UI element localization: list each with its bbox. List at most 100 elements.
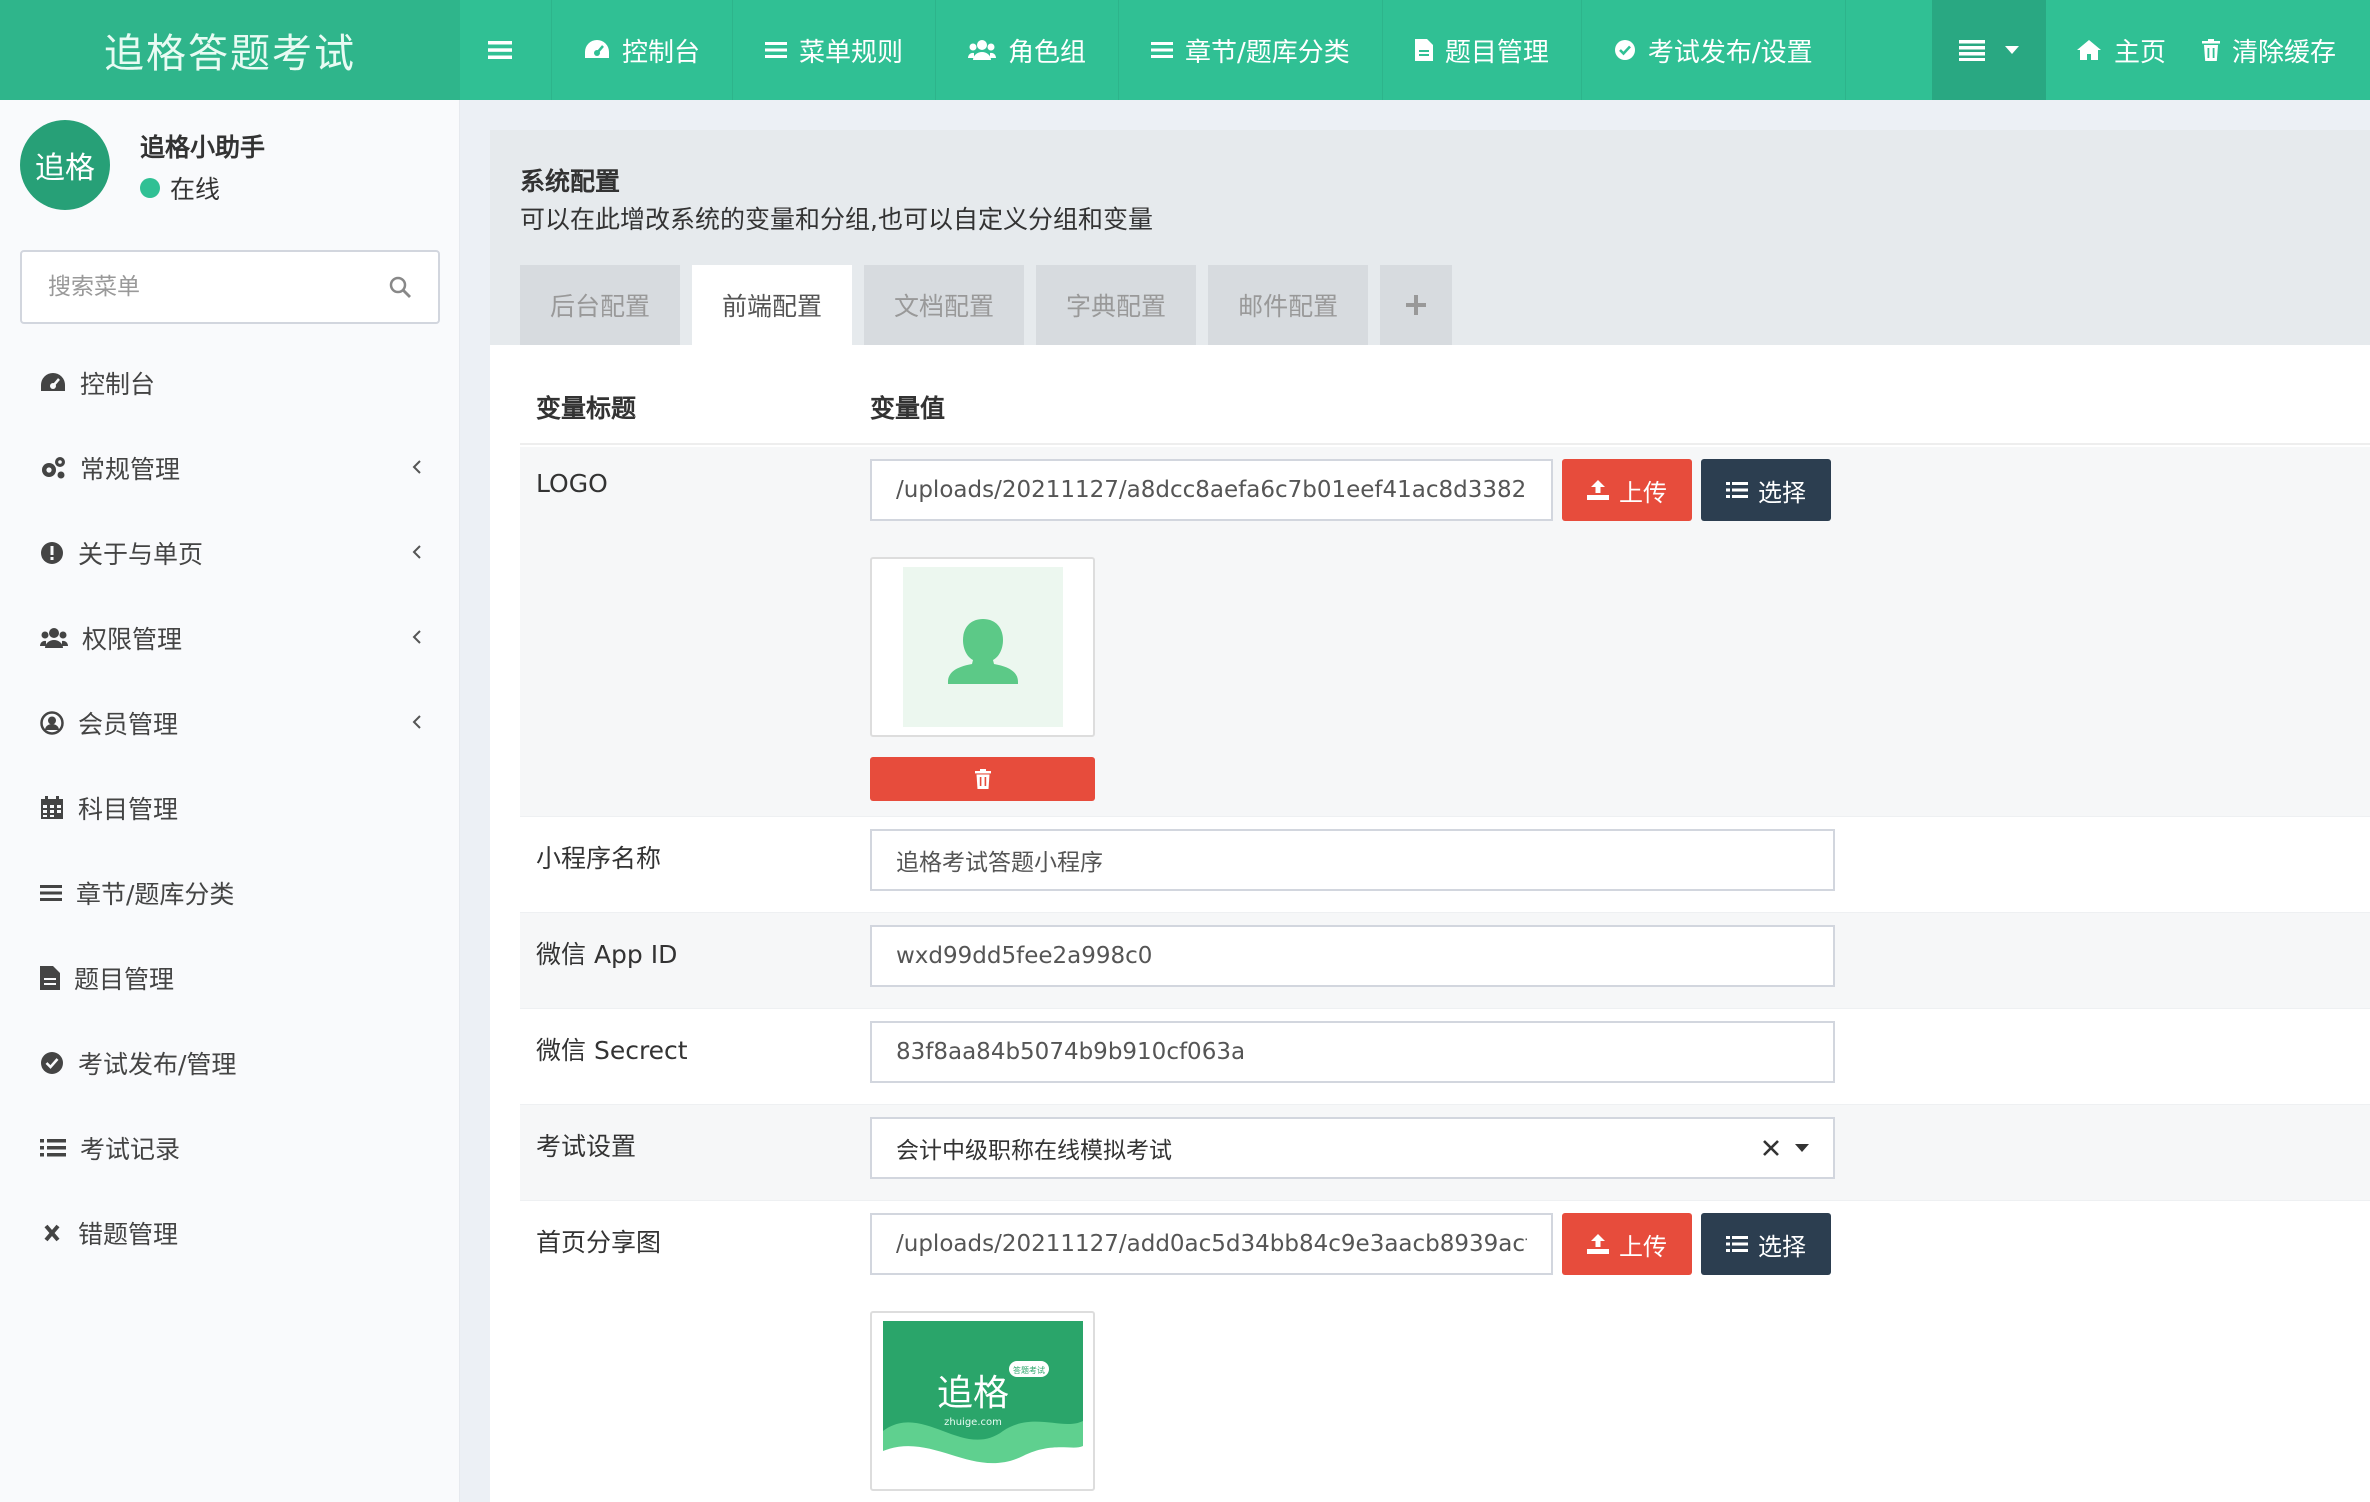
logo-path-input[interactable] [896,477,1527,503]
table-header: 变量标题 变量值 [520,345,2370,445]
logo-choose-button[interactable]: 选择 [1701,459,1831,521]
row-label: 微信 Secrect [536,1036,688,1065]
list-icon [1726,1236,1748,1252]
row-label: 小程序名称 [536,844,662,873]
home-label: 主页 [2113,37,2166,68]
sidebar-item-label: 会员管理 [78,709,179,739]
home-link[interactable]: 主页 [2046,0,2196,100]
user-placeholder-image [902,567,1063,727]
table-row-secret: 微信 Secrect [520,1009,2370,1105]
sidebar-item-label: 权限管理 [82,624,183,654]
share-choose-button[interactable]: 选择 [1701,1213,1831,1275]
clear-cache-button[interactable]: 清除缓存 [2196,0,2370,100]
sidebar-item-exam-publish[interactable]: 考试发布/管理 [0,1020,460,1105]
table-row-app-id: 微信 App ID [520,913,2370,1009]
row-label: 考试设置 [536,1132,637,1161]
more-menu-dropdown[interactable] [1931,0,2046,100]
chevron-left-icon [412,630,421,644]
caret-down-icon [2004,46,2019,54]
share-path-field [870,1213,1553,1275]
sidebar-toggle-button[interactable] [460,0,552,100]
secret-input[interactable] [896,1039,1809,1065]
caret-down-icon[interactable] [1795,1144,1809,1152]
logo-path-field [870,459,1553,521]
sidebar-item-about[interactable]: 关于与单页 [0,510,460,595]
tab-dictionary-config[interactable]: 字典配置 [1036,265,1197,345]
tab-frontend-config[interactable]: 前端配置 [692,265,853,345]
sidebar-item-permissions[interactable]: 权限管理 [0,595,460,680]
menu-search-input[interactable] [48,274,388,300]
share-path-input[interactable] [896,1231,1527,1257]
sidebar-item-label: 考试发布/管理 [78,1049,237,1079]
tab-backend-config[interactable]: 后台配置 [520,265,681,345]
search-icon[interactable] [388,275,412,299]
top-tab-question-management[interactable]: 题目管理 [1383,0,1582,100]
sidebar-item-chapter-category[interactable]: 章节/题库分类 [0,850,460,935]
table-row-app-name: 小程序名称 [520,817,2370,913]
app-id-field [870,925,1835,987]
sidebar-item-label: 常规管理 [80,454,181,484]
cogs-icon [42,456,65,478]
sidebar-item-wrong-questions[interactable]: 错题管理 [0,1190,460,1275]
exam-select-value: 会计中级职称在线模拟考试 [896,1138,1172,1164]
trash-icon [2201,39,2220,61]
sidebar-item-general[interactable]: 常规管理 [0,425,460,510]
top-tab-chapter-category[interactable]: 章节/题库分类 [1119,0,1383,100]
upload-icon [1587,480,1609,500]
panel-header: 系统配置 可以在此增改系统的变量和分组,也可以自定义分组和变量 后台配置 前端配… [490,130,2370,345]
sidebar-item-exam-records[interactable]: 考试记录 [0,1105,460,1190]
exam-select[interactable]: 会计中级职称在线模拟考试 [870,1117,1835,1179]
upload-icon [1587,1234,1609,1254]
sidebar-item-dashboard[interactable]: 控制台 [0,340,460,425]
home-icon [2076,40,2101,60]
users-icon [40,627,68,648]
sidebar-item-label: 考试记录 [80,1134,181,1164]
app-name-input[interactable] [896,847,1809,873]
file-icon [40,965,60,990]
sidebar-item-label: 控制台 [80,369,156,399]
online-status-dot [140,178,160,198]
add-tab-button[interactable] [1380,265,1453,345]
top-header: 追格答题考试 控制台 菜单规则 角色组 章节/题库分类 题目管理 考试发布/设置 [0,0,2370,100]
list-icon [1151,42,1174,58]
clear-cache-label: 清除缓存 [2231,37,2336,68]
share-brand-text: 追格 [936,1373,1008,1414]
top-tab-role-group[interactable]: 角色组 [936,0,1120,100]
avatar[interactable]: 追格 [20,120,110,210]
list-icon [765,42,788,58]
top-tab-dashboard[interactable]: 控制台 [552,0,734,100]
table-row-share-image: 首页分享图 上传 选择 追格 zhuige.com [520,1201,2370,1502]
table-row-logo: LOGO 上传 选择 [520,447,2370,817]
logo-preview[interactable] [870,557,1095,737]
clear-selection-icon[interactable] [1761,1138,1781,1158]
config-tabs: 后台配置 前端配置 文档配置 字典配置 邮件配置 [520,265,1464,345]
share-tag-text: 答题考试 [1013,1365,1045,1375]
logo-delete-button[interactable] [870,757,1095,801]
column-header-title: 变量标题 [536,394,637,423]
app-id-input[interactable] [896,943,1809,969]
sidebar-item-label: 关于与单页 [78,539,204,569]
sidebar-item-questions[interactable]: 题目管理 [0,935,460,1020]
top-tab-exam-publish[interactable]: 考试发布/设置 [1582,0,1846,100]
logo-upload-button[interactable]: 上传 [1562,459,1692,521]
top-nav: 控制台 菜单规则 角色组 章节/题库分类 题目管理 考试发布/设置 主页 清除缓… [460,0,2370,100]
tab-document-config[interactable]: 文档配置 [864,265,1025,345]
page-title: 系统配置 [520,167,621,196]
share-upload-button[interactable]: 上传 [1562,1213,1692,1275]
top-tab-label: 控制台 [622,37,701,68]
sidebar-menu: 控制台 常规管理 关于与单页 权限管理 会员管理 科目管理 章节/题库分类 题目… [0,340,460,1275]
exclamation-circle-icon [41,541,63,564]
top-tab-menu-rules[interactable]: 菜单规则 [733,0,937,100]
sidebar-item-members[interactable]: 会员管理 [0,680,460,765]
app-title[interactable]: 追格答题考试 [0,0,460,100]
status-text: 在线 [170,175,221,204]
share-image-preview[interactable]: 追格 zhuige.com 答题考试 [870,1311,1095,1491]
chevron-left-icon [412,460,421,474]
app-name-field [870,829,1835,891]
list-icon [1958,40,1985,61]
main-content: 系统配置 可以在此增改系统的变量和分组,也可以自定义分组和变量 后台配置 前端配… [490,130,2370,1502]
check-circle-icon [41,1051,63,1074]
sidebar-item-subjects[interactable]: 科目管理 [0,765,460,850]
tab-email-config[interactable]: 邮件配置 [1208,265,1369,345]
hamburger-icon [487,41,512,59]
